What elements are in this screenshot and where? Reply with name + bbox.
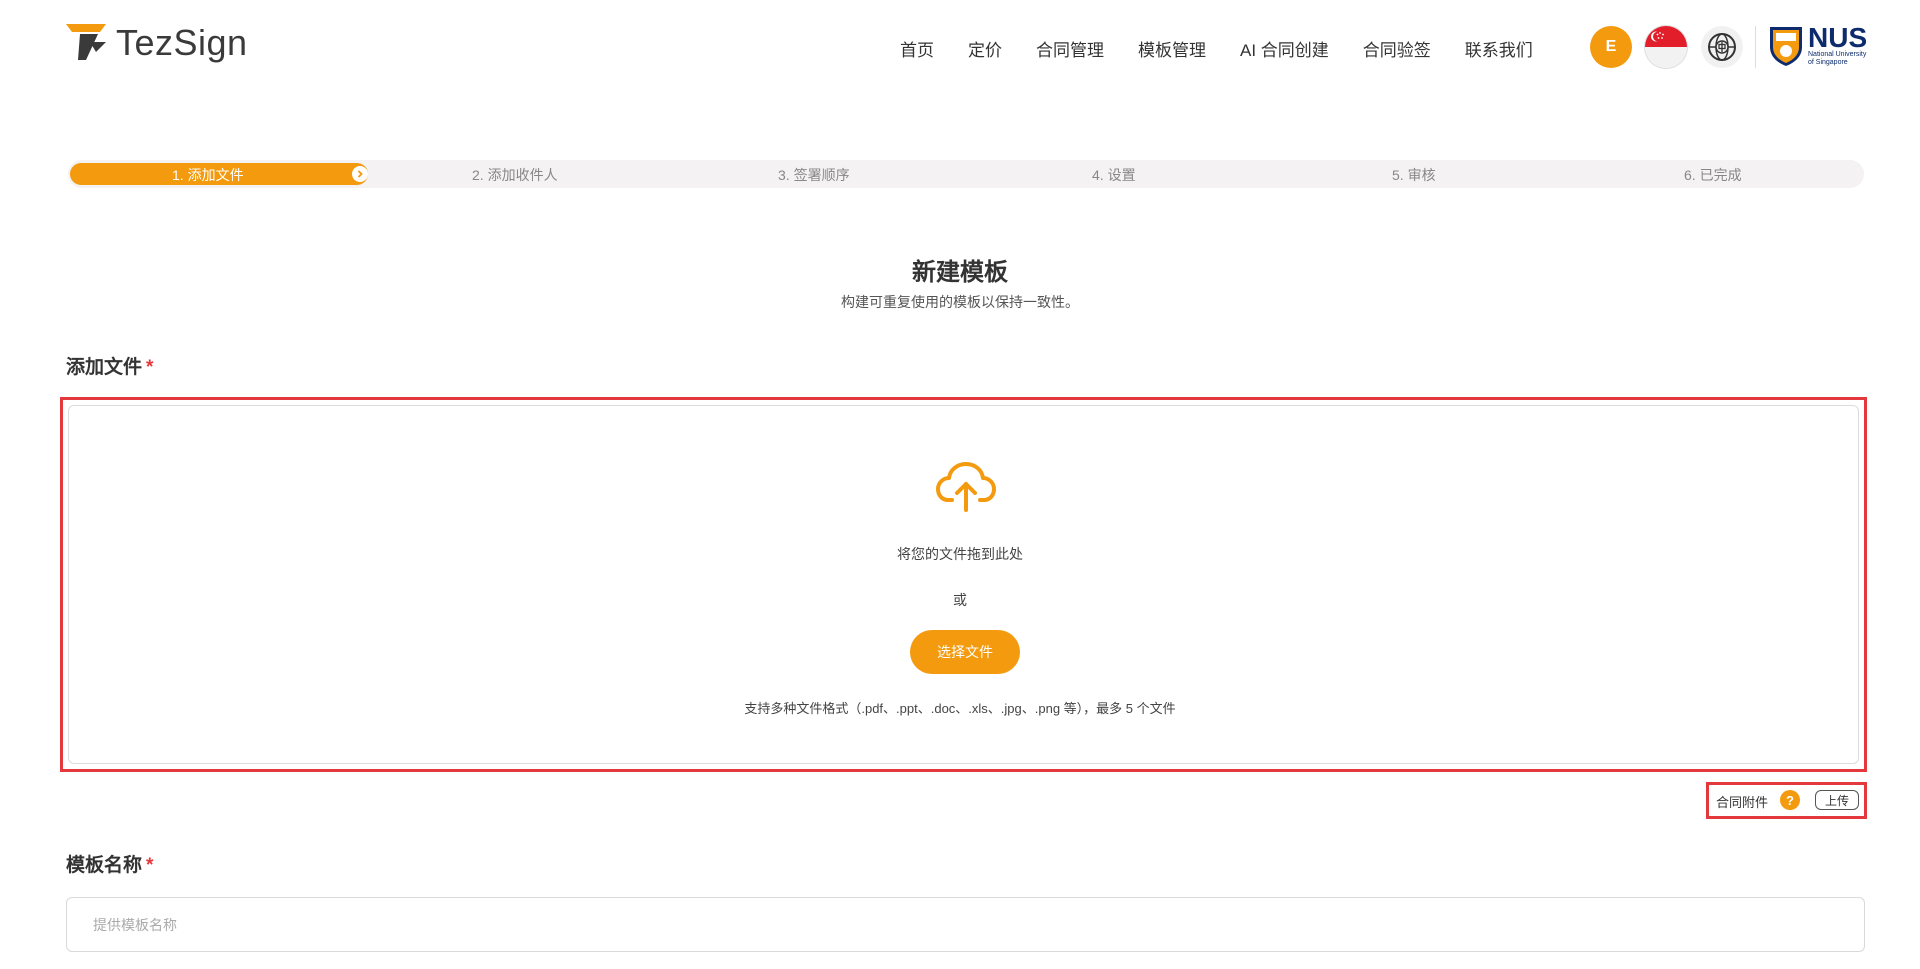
step-1[interactable]: 1. 添加文件 <box>172 165 244 185</box>
nav-contract-verification[interactable]: 合同验签 <box>1363 36 1431 61</box>
step-2[interactable]: 2. 添加收件人 <box>472 165 558 185</box>
brand-logo[interactable]: TezSign <box>66 22 248 64</box>
template-name-label-text: 模板名称 <box>66 855 143 876</box>
or-separator: 或 <box>953 592 967 608</box>
language-globe-icon[interactable] <box>1701 26 1743 68</box>
tezsign-logo-icon <box>66 24 106 60</box>
nus-text: NUS <box>1808 22 1868 53</box>
page-subtitle: 构建可重复使用的模板以保持一致性。 <box>841 294 1079 310</box>
step-5[interactable]: 5. 审核 <box>1392 165 1436 185</box>
nav-pricing[interactable]: 定价 <box>968 36 1002 61</box>
header-divider <box>1755 26 1756 68</box>
choose-file-button[interactable]: 选择文件 <box>910 630 1020 674</box>
add-file-label-text: 添加文件 <box>66 357 143 378</box>
brand-name: TezSign <box>116 22 248 63</box>
page-title: 新建模板 <box>912 259 1008 286</box>
template-name-input[interactable] <box>66 897 1865 952</box>
nav-template-management[interactable]: 模板管理 <box>1138 36 1206 61</box>
step-3[interactable]: 3. 签署顺序 <box>778 165 850 185</box>
nus-subtext-1: National University <box>1808 51 1867 58</box>
chevron-right-icon <box>352 166 368 182</box>
add-file-label: 添加文件 * <box>66 352 153 379</box>
nav-contact-us[interactable]: 联系我们 <box>1465 36 1533 61</box>
user-avatar[interactable]: E <box>1590 26 1632 68</box>
nus-subtext-2: of Singapore <box>1808 59 1848 66</box>
nav-contract-management[interactable]: 合同管理 <box>1036 36 1104 61</box>
nus-crest-icon <box>1770 27 1802 66</box>
partner-logo: NUS National University of Singapore <box>1768 22 1868 67</box>
cloud-upload-icon <box>936 460 996 517</box>
contract-attachment-label: 合同附件 <box>1716 795 1769 810</box>
drop-instruction: 将您的文件拖到此处 <box>897 546 1023 562</box>
required-mark: * <box>146 855 154 876</box>
step-6[interactable]: 6. 已完成 <box>1684 165 1742 185</box>
supported-formats-text: 支持多种文件格式（.pdf、.ppt、.doc、.xls、.jpg、.png 等… <box>744 701 1176 716</box>
nav-home[interactable]: 首页 <box>900 36 934 61</box>
main-nav: 首页 定价 合同管理 模板管理 AI 合同创建 合同验签 联系我们 <box>900 36 1533 61</box>
template-name-label: 模板名称 * <box>66 850 153 877</box>
help-icon[interactable]: ? <box>1780 790 1800 810</box>
step-4[interactable]: 4. 设置 <box>1092 165 1136 185</box>
upload-attachment-button[interactable]: 上传 <box>1815 790 1859 810</box>
nav-ai-contract-creation[interactable]: AI 合同创建 <box>1240 36 1329 61</box>
singapore-flag-icon[interactable] <box>1645 26 1687 68</box>
required-mark: * <box>146 357 154 378</box>
